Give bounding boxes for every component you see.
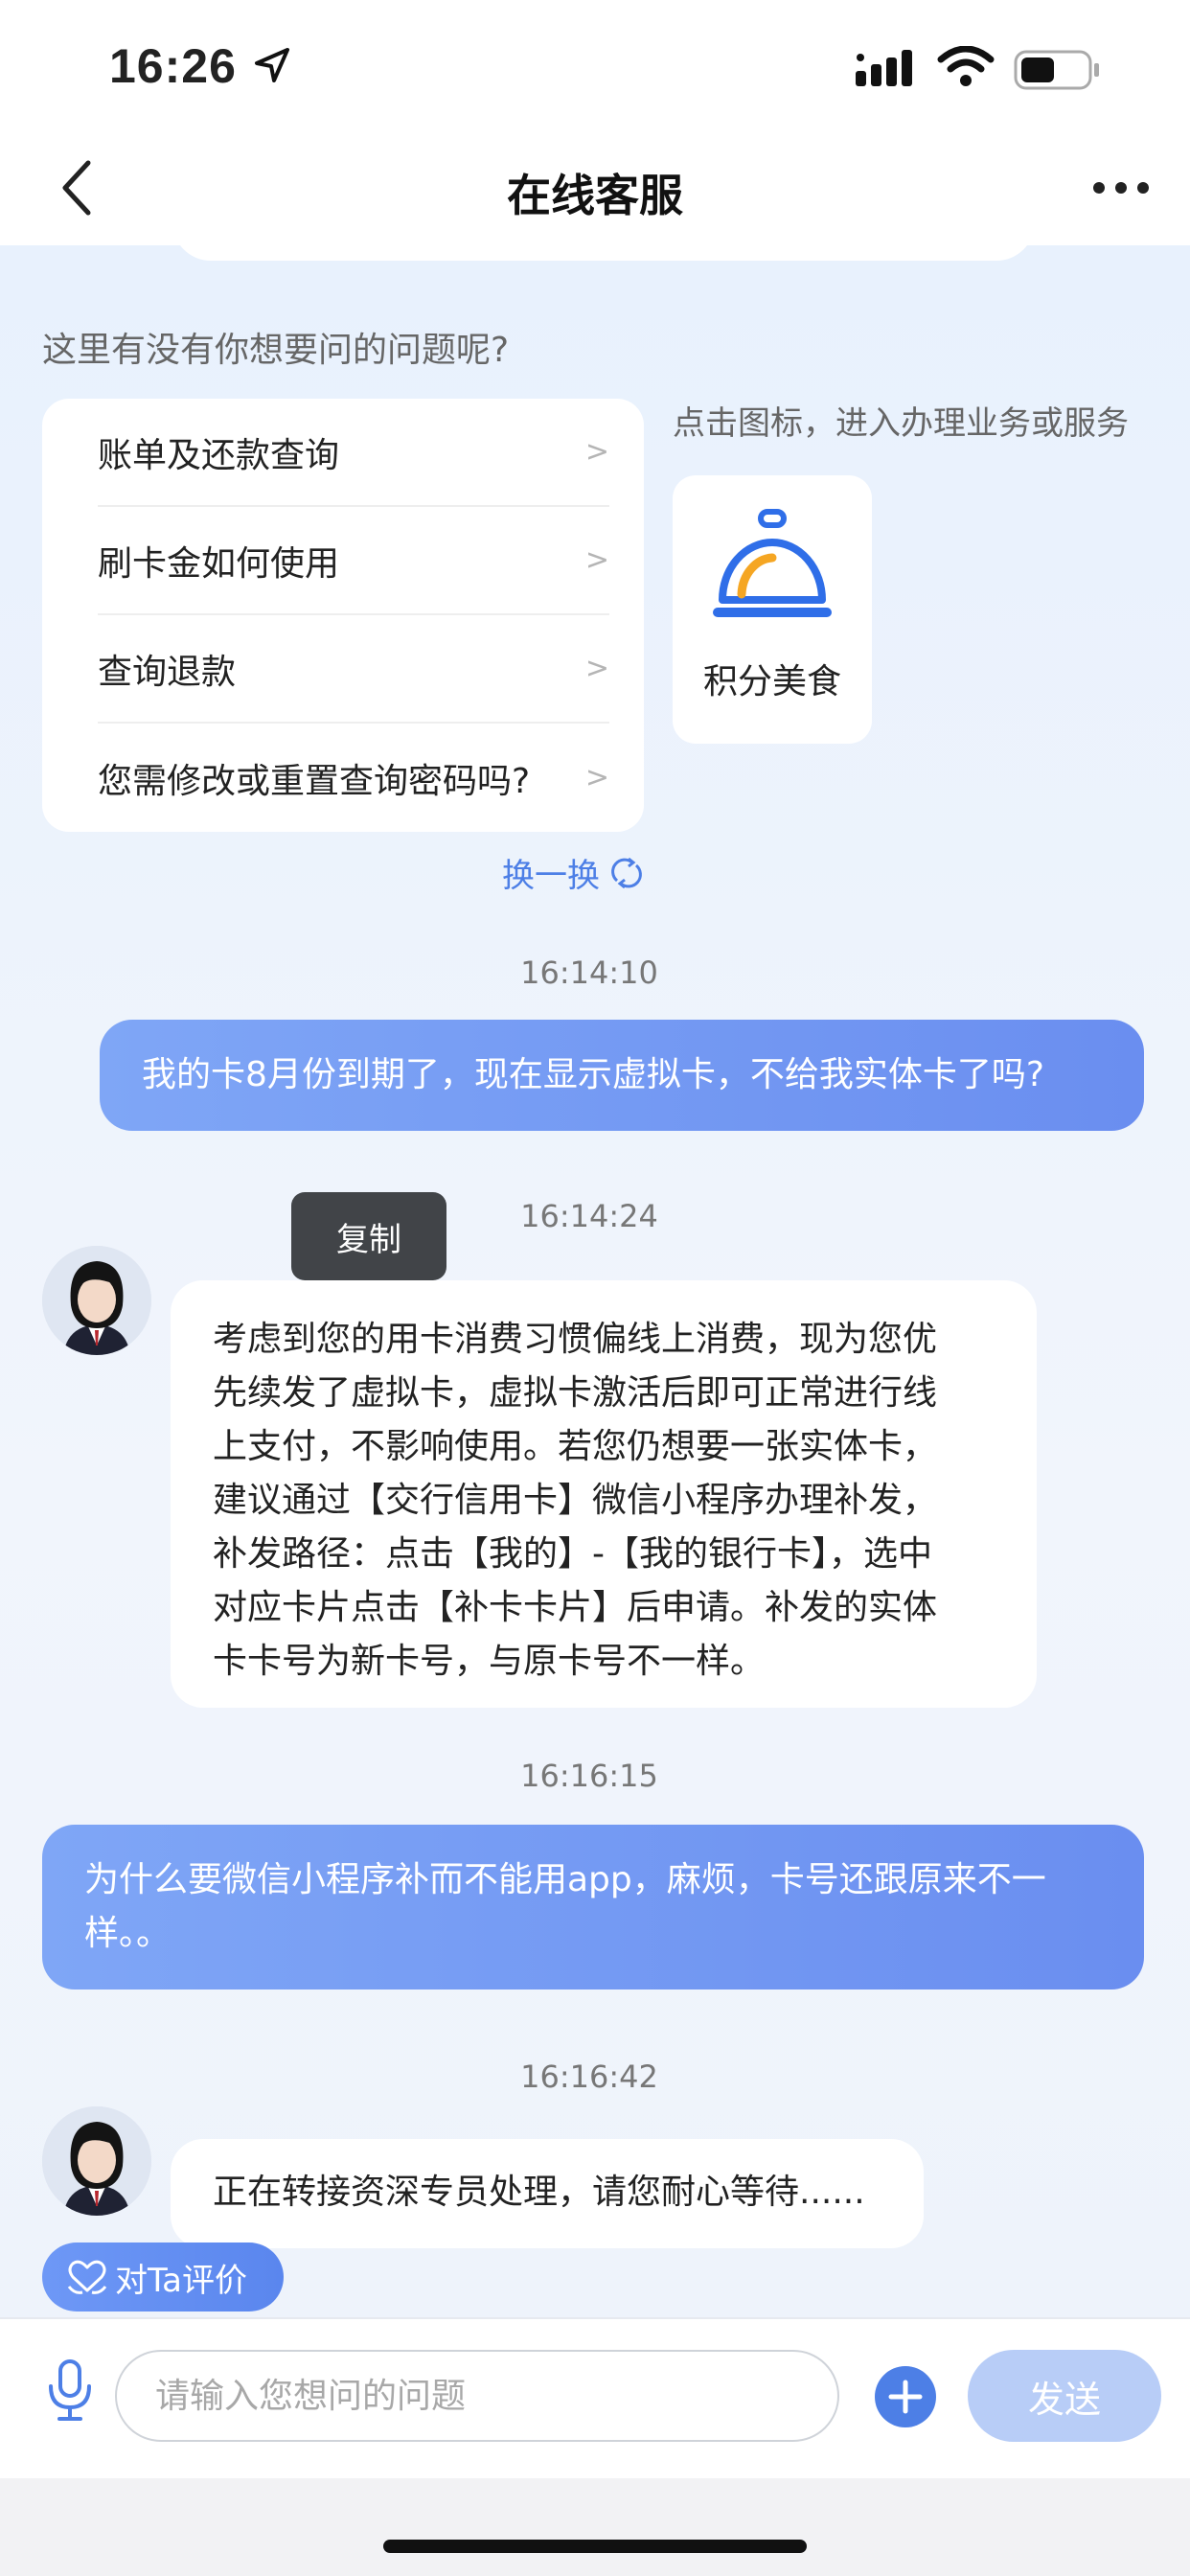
chat-area[interactable]: 这里有没有你想要问的问题呢? 账单及还款查询 > 刷卡金如何使用 > 查询退款 … <box>0 245 1190 2317</box>
message-timestamp: 16:14:24 <box>520 1198 658 1234</box>
agent-avatar <box>42 1246 151 1355</box>
user-message-line: 为什么要微信小程序补而不能用app，麻烦，卡号还跟原来不一 <box>84 1860 1046 1899</box>
user-message[interactable]: 为什么要微信小程序补而不能用app，麻烦，卡号还跟原来不一 样。。 <box>42 1825 1144 1990</box>
agent-message[interactable]: 考虑到您的用卡消费习惯偏线上消费，现为您优 先续发了虚拟卡，虚拟卡激活后即可正常… <box>171 1280 1037 1708</box>
message-timestamp: 16:16:15 <box>520 1758 658 1794</box>
service-label: 积分美食 <box>702 662 841 702</box>
rate-agent-button[interactable]: 对Ta评价 <box>42 2242 284 2312</box>
user-message[interactable]: 我的卡8月份到期了，现在显示虚拟卡，不给我实体卡了吗? <box>100 1020 1144 1131</box>
rate-agent-label: 对Ta评价 <box>115 2261 247 2300</box>
signal-icon <box>856 50 912 86</box>
message-input[interactable] <box>115 2350 839 2442</box>
chevron-right-icon: > <box>584 435 609 469</box>
message-timestamp: 16:14:10 <box>520 954 658 991</box>
location-arrow-icon <box>255 48 289 82</box>
chevron-right-icon: > <box>584 761 609 794</box>
agent-avatar <box>42 2106 151 2216</box>
heart-hands-icon <box>67 2260 107 2294</box>
plus-circle-icon[interactable] <box>874 2365 937 2428</box>
faq-card: 账单及还款查询 > 刷卡金如何使用 > 查询退款 > 您需修改或重置查询密码吗?… <box>42 399 644 832</box>
copy-tooltip-button[interactable]: 复制 <box>291 1192 446 1280</box>
refresh-button[interactable]: 换一换 <box>502 849 644 896</box>
message-timestamp: 16:16:42 <box>520 2058 658 2095</box>
agent-message-line: 先续发了虚拟卡，虚拟卡激活后即可正常进行线 <box>213 1373 938 1413</box>
user-message-text: 我的卡8月份到期了，现在显示虚拟卡，不给我实体卡了吗? <box>142 1055 1045 1094</box>
chevron-right-icon: > <box>584 652 609 685</box>
faq-item[interactable]: 查询退款 > <box>98 615 609 724</box>
agent-message-line: 补发路径：点击【我的】-【我的银行卡】，选中 <box>213 1534 932 1574</box>
faq-item[interactable]: 账单及还款查询 > <box>98 399 609 507</box>
chevron-right-icon: > <box>584 543 609 577</box>
home-indicator-area <box>0 2478 1190 2576</box>
microphone-icon[interactable] <box>46 2358 94 2425</box>
agent-message[interactable]: 正在转接资深专员处理，请您耐心等待...... <box>171 2139 924 2248</box>
faq-item-label: 您需修改或重置查询密码吗? <box>98 761 531 801</box>
service-hint: 点击图标，进入办理业务或服务 <box>673 404 1129 443</box>
faq-item[interactable]: 您需修改或重置查询密码吗? > <box>98 724 609 832</box>
more-dots-icon[interactable] <box>1092 180 1150 196</box>
status-time: 16:26 <box>109 39 237 93</box>
wifi-icon <box>937 46 995 86</box>
agent-message-text: 正在转接资深专员处理，请您耐心等待...... <box>213 2173 865 2212</box>
faq-item[interactable]: 刷卡金如何使用 > <box>98 507 609 615</box>
status-bar: 16:26 <box>0 0 1190 134</box>
faq-item-label: 查询退款 <box>98 652 237 692</box>
nav-bar: 在线客服 <box>0 134 1190 245</box>
agent-message-line: 建议通过【交行信用卡】微信小程序办理补发， <box>213 1481 938 1520</box>
previous-message-card <box>172 245 1035 261</box>
input-bar: 发送 <box>0 2317 1190 2478</box>
send-button[interactable]: 发送 <box>968 2350 1161 2442</box>
agent-message-line: 上支付，不影响使用。若您仍想要一张实体卡， <box>213 1427 938 1466</box>
faq-item-label: 刷卡金如何使用 <box>98 543 340 584</box>
service-points-food[interactable]: 积分美食 <box>673 475 872 744</box>
agent-message-line: 对应卡片点击【补卡卡片】后申请。补发的实体 <box>213 1588 938 1627</box>
agent-avatar-icon <box>42 1246 151 1355</box>
battery-icon <box>1014 50 1099 90</box>
refresh-icon <box>611 857 642 888</box>
agent-message-line: 卡卡号为新卡号，与原卡号不一样。 <box>213 1642 766 1681</box>
faq-heading: 这里有没有你想要问的问题呢? <box>42 331 510 370</box>
refresh-label: 换一换 <box>502 857 600 895</box>
agent-message-line: 考虑到您的用卡消费习惯偏线上消费，现为您优 <box>213 1320 938 1359</box>
service-bell-icon <box>713 509 832 617</box>
home-indicator[interactable] <box>383 2540 807 2553</box>
user-message-line: 样。。 <box>84 1914 172 1953</box>
page-title: 在线客服 <box>507 170 683 221</box>
agent-avatar-icon <box>42 2106 151 2216</box>
faq-item-label: 账单及还款查询 <box>98 435 340 475</box>
